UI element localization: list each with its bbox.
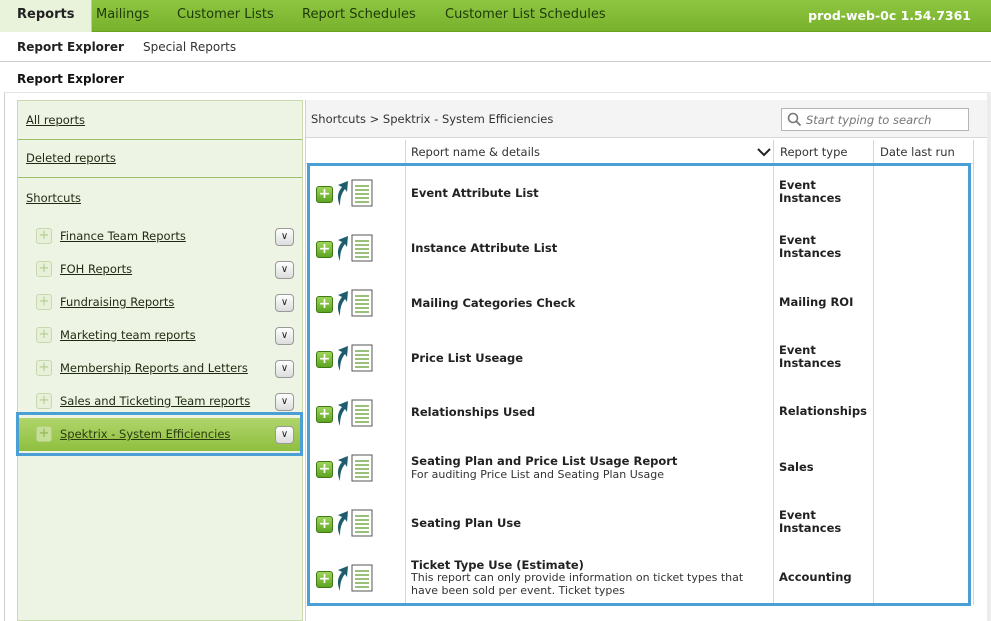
sidebar-item-membership-reports[interactable]: + Membership Reports and Letters ∨ (18, 352, 302, 385)
tab-customer-lists[interactable]: Customer Lists (177, 0, 274, 32)
chevron-down-icon[interactable]: ∨ (275, 393, 294, 411)
sidebar: All reports Deleted reports Shortcuts + … (17, 100, 303, 621)
sidebar-item-fundraising-reports[interactable]: + Fundraising Reports ∨ (18, 286, 302, 319)
column-header-name[interactable]: Report name & details (411, 145, 540, 159)
subnav-report-explorer[interactable]: Report Explorer (17, 32, 124, 62)
sub-nav-bar: Report Explorer Special Reports (0, 32, 991, 62)
plus-icon[interactable]: + (36, 228, 52, 244)
sidebar-item-label[interactable]: Membership Reports and Letters (60, 361, 248, 375)
breadcrumb-bar: Shortcuts > Spektrix - System Efficienci… (306, 100, 991, 138)
subnav-special-reports[interactable]: Special Reports (143, 32, 236, 62)
plus-icon[interactable]: + (36, 261, 52, 277)
column-header-type[interactable]: Report type (780, 145, 847, 159)
search-box[interactable] (781, 108, 969, 131)
selection-highlight (16, 412, 303, 456)
chevron-down-icon[interactable]: ∨ (275, 327, 294, 345)
sidebar-item-label[interactable]: Fundraising Reports (60, 295, 174, 309)
chevron-down-icon[interactable] (757, 146, 771, 158)
chevron-down-icon[interactable]: ∨ (275, 294, 294, 312)
search-icon (787, 112, 802, 127)
breadcrumb: Shortcuts > Spektrix - System Efficienci… (311, 112, 554, 126)
sidebar-item-foh-reports[interactable]: + FOH Reports ∨ (18, 253, 302, 286)
plus-icon[interactable]: + (36, 327, 52, 343)
plus-icon[interactable]: + (36, 294, 52, 310)
tab-report-schedules[interactable]: Report Schedules (302, 0, 416, 32)
sidebar-item-label[interactable]: Sales and Ticketing Team reports (60, 394, 250, 408)
sidebar-item-label[interactable]: FOH Reports (60, 262, 132, 276)
tab-customer-list-schedules[interactable]: Customer List Schedules (445, 0, 606, 32)
scrollbar[interactable] (987, 92, 991, 621)
shortcuts-link[interactable]: Shortcuts (26, 191, 81, 205)
all-reports-link[interactable]: All reports (26, 113, 85, 127)
page-title: Report Explorer (17, 72, 124, 86)
chevron-down-icon[interactable]: ∨ (275, 228, 294, 246)
sidebar-item-label[interactable]: Finance Team Reports (60, 229, 186, 243)
deleted-reports-link[interactable]: Deleted reports (26, 151, 116, 165)
plus-icon[interactable]: + (36, 393, 52, 409)
tab-mailings[interactable]: Mailings (96, 0, 149, 32)
sidebar-item-label[interactable]: Marketing team reports (60, 328, 196, 342)
sidebar-item-finance-team-reports[interactable]: + Finance Team Reports ∨ (18, 220, 302, 253)
chevron-down-icon[interactable]: ∨ (275, 261, 294, 279)
column-header-date[interactable]: Date last run (880, 145, 955, 159)
chevron-down-icon[interactable]: ∨ (275, 360, 294, 378)
search-input[interactable] (806, 111, 964, 129)
tab-reports[interactable]: Reports (0, 0, 93, 32)
plus-icon[interactable]: + (36, 360, 52, 376)
sidebar-divider (18, 177, 302, 178)
results-highlight (307, 163, 971, 606)
sidebar-divider (18, 139, 302, 140)
top-nav-bar: Reports Mailings Customer Lists Report S… (0, 0, 991, 32)
sidebar-item-marketing-team-reports[interactable]: + Marketing team reports ∨ (18, 319, 302, 352)
version-label: prod-web-0c 1.54.7361 (808, 8, 971, 23)
